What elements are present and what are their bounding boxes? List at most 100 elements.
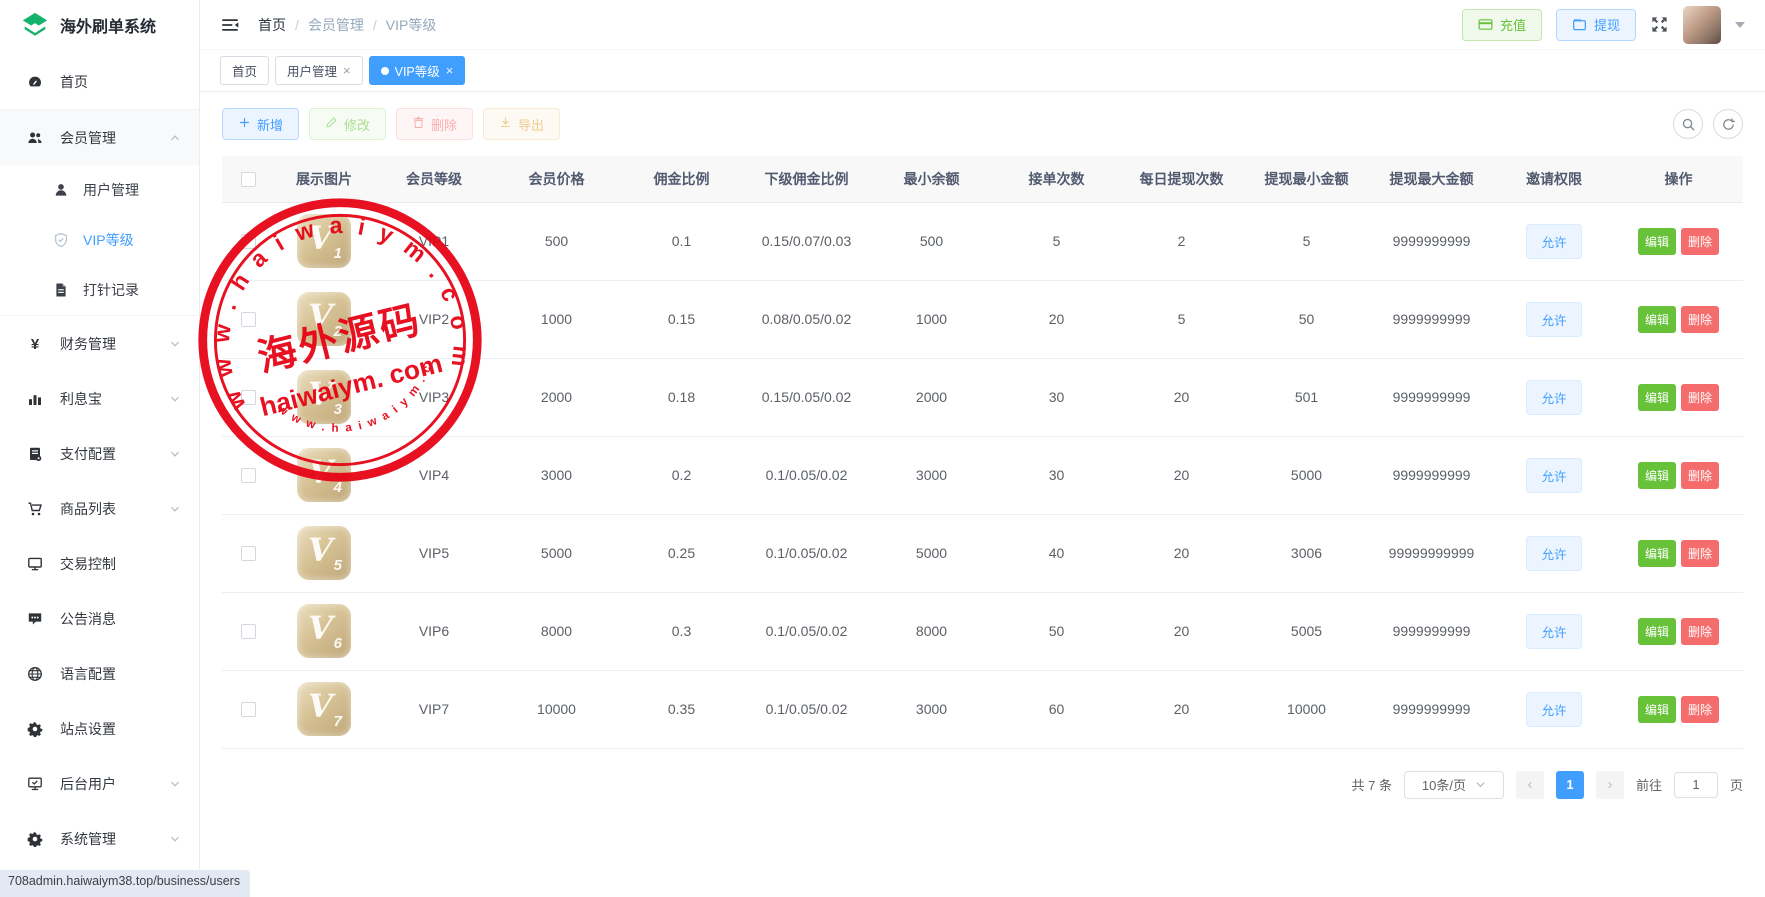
tab-label: 首页	[232, 61, 257, 80]
table-body: V1VIP15000.10.15/0.07/0.0350052599999999…	[222, 202, 1743, 748]
row-checkbox[interactable]	[241, 390, 256, 405]
prev-page-button[interactable]: ‹	[1516, 771, 1544, 799]
row-checkbox[interactable]	[241, 468, 256, 483]
cell: 0.35	[619, 670, 744, 748]
sidebar-item[interactable]: 交易控制	[0, 536, 199, 591]
breadcrumb-item[interactable]: 首页	[258, 15, 286, 35]
cell: 0.15	[619, 280, 744, 358]
invite-permission-badge[interactable]: 允许	[1526, 536, 1581, 571]
breadcrumb-item[interactable]: VIP等级	[386, 15, 437, 35]
cell: VIP5	[374, 514, 494, 592]
logo-icon	[20, 10, 50, 40]
cell: 9999999999	[1369, 358, 1494, 436]
refresh-icon[interactable]	[1713, 109, 1743, 139]
edit-button[interactable]: 编辑	[1638, 540, 1676, 567]
cell: 5	[1119, 280, 1244, 358]
edit-button[interactable]: 编辑	[1638, 384, 1676, 411]
chevron-down-icon	[169, 833, 181, 845]
delete-button[interactable]: 删除	[1681, 618, 1719, 645]
sidebar-item[interactable]: 利息宝	[0, 371, 199, 426]
row-checkbox[interactable]	[241, 234, 256, 249]
delete-button[interactable]: 删除	[1681, 384, 1719, 411]
delete-selected-button[interactable]: 删除	[396, 108, 473, 140]
sidebar-subitem[interactable]: 打针记录	[0, 265, 199, 315]
recharge-button[interactable]: 充值	[1462, 9, 1542, 41]
add-button[interactable]: 新增	[222, 108, 299, 140]
row-checkbox[interactable]	[241, 702, 256, 717]
select-all-checkbox[interactable]	[241, 172, 256, 187]
column-header: 提现最大金额	[1369, 156, 1494, 202]
column-header: 操作	[1614, 156, 1743, 202]
delete-button[interactable]: 删除	[1681, 462, 1719, 489]
sidebar-subitem[interactable]: VIP等级	[0, 215, 199, 265]
invite-permission-badge[interactable]: 允许	[1526, 458, 1581, 493]
sidebar-item[interactable]: 后台用户	[0, 756, 199, 811]
delete-button[interactable]: 删除	[1681, 696, 1719, 723]
row-checkbox[interactable]	[241, 546, 256, 561]
sidebar-item[interactable]: 公告消息	[0, 591, 199, 646]
cell: 9999999999	[1369, 280, 1494, 358]
shield-icon	[52, 232, 69, 248]
search-icon[interactable]	[1673, 109, 1703, 139]
sidebar-item[interactable]: 会员管理	[0, 110, 199, 165]
goto-page-input[interactable]	[1674, 772, 1718, 798]
main-area: 首页/会员管理/VIP等级 充值	[200, 0, 1765, 890]
next-page-button[interactable]: ›	[1596, 771, 1624, 799]
edit-button[interactable]: 编辑	[1638, 306, 1676, 333]
edit-button[interactable]: 编辑	[1638, 228, 1676, 255]
delete-button[interactable]: 删除	[1681, 228, 1719, 255]
invite-permission-badge[interactable]: 允许	[1526, 692, 1581, 727]
sidebar-item[interactable]: 首页	[0, 54, 199, 109]
sidebar-item[interactable]: ¥财务管理	[0, 316, 199, 371]
sidebar-subitem[interactable]: 用户管理	[0, 165, 199, 215]
avatar[interactable]	[1683, 6, 1721, 44]
withdraw-button[interactable]: 提现	[1556, 9, 1636, 41]
sidebar-item[interactable]: 语言配置	[0, 646, 199, 701]
edit-selected-button[interactable]: 修改	[309, 108, 386, 140]
status-tooltip: 708admin.haiwaiym38.top/business/users	[0, 870, 250, 897]
cell: 5	[1244, 202, 1369, 280]
delete-button[interactable]: 删除	[1681, 540, 1719, 567]
tab[interactable]: 首页	[220, 56, 269, 85]
edit-button[interactable]: 编辑	[1638, 696, 1676, 723]
tab[interactable]: 用户管理×	[275, 56, 363, 85]
sidebar-item[interactable]: 商品列表	[0, 481, 199, 536]
fullscreen-icon[interactable]	[1650, 15, 1669, 34]
page-size-select[interactable]: 10条/页	[1404, 771, 1504, 799]
pencil-icon	[325, 116, 338, 132]
cell: 50	[994, 592, 1119, 670]
row-checkbox[interactable]	[241, 624, 256, 639]
vip-badge-letter: V	[308, 609, 333, 647]
cell: VIP1	[374, 202, 494, 280]
breadcrumb-item[interactable]: 会员管理	[308, 15, 364, 35]
row-checkbox[interactable]	[241, 312, 256, 327]
invite-permission-badge[interactable]: 允许	[1526, 614, 1581, 649]
invite-permission-badge[interactable]: 允许	[1526, 380, 1581, 415]
invite-permission-badge[interactable]: 允许	[1526, 224, 1581, 259]
close-tab-icon[interactable]: ×	[343, 64, 351, 77]
sidebar-item[interactable]: 系统管理	[0, 811, 199, 866]
export-button[interactable]: 导出	[483, 108, 560, 140]
sidebar-item[interactable]: 支付配置	[0, 426, 199, 481]
plus-icon	[238, 116, 251, 132]
sidebar-item[interactable]: 站点设置	[0, 701, 199, 756]
cell: VIP6	[374, 592, 494, 670]
caret-down-icon[interactable]	[1735, 22, 1745, 28]
vip-image-cell: V2	[274, 280, 374, 358]
edit-button[interactable]: 编辑	[1638, 618, 1676, 645]
tab[interactable]: VIP等级×	[369, 56, 466, 85]
vip-badge-digit: 7	[334, 713, 342, 730]
vip-badge-digit: 6	[334, 635, 342, 652]
pagination: 共 7 条 10条/页 ‹ 1 › 前往 页	[222, 771, 1743, 799]
sidebar-subitem-label: 用户管理	[83, 180, 139, 200]
sidebar-item-label: 站点设置	[60, 719, 181, 739]
table-tools	[1673, 109, 1743, 139]
page-number-button[interactable]: 1	[1556, 771, 1584, 799]
edit-button[interactable]: 编辑	[1638, 462, 1676, 489]
table-row: V6VIP680000.30.1/0.05/0.0280005020500599…	[222, 592, 1743, 670]
invite-permission-badge[interactable]: 允许	[1526, 302, 1581, 337]
close-tab-icon[interactable]: ×	[446, 64, 454, 77]
globe-icon	[26, 666, 44, 682]
delete-button[interactable]: 删除	[1681, 306, 1719, 333]
menu-fold-icon[interactable]	[220, 15, 240, 35]
